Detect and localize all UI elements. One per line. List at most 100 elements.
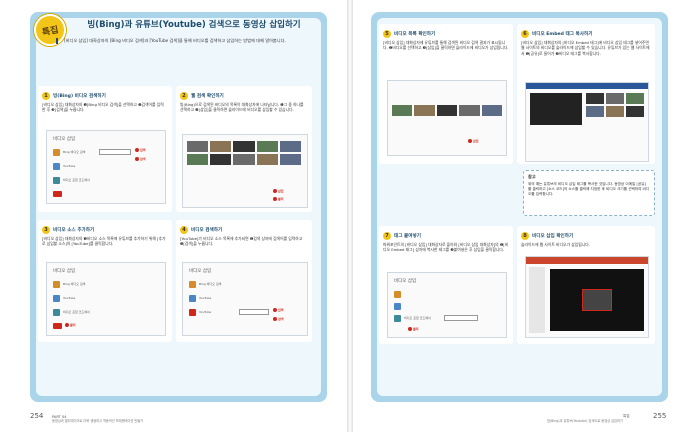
step-6-title: 비디오 Embed 태그 복사하기 xyxy=(532,32,593,37)
bing-icon xyxy=(53,149,60,156)
slide-thumbnails xyxy=(529,267,545,333)
callout-click-text: 클릭 xyxy=(413,327,419,331)
video-thumbnail[interactable] xyxy=(210,141,232,152)
video-thumbnail[interactable] xyxy=(459,105,480,116)
youtube-results xyxy=(392,105,502,116)
youtube-icon[interactable] xyxy=(53,191,62,197)
tip-box: 참고 위의 예는 유튜브의 비디오 삽입 태그를 복사한 것입니다. 동영상 이… xyxy=(523,170,655,216)
callout-insert: 삽입 xyxy=(468,139,479,143)
page-title: 빙(Bing)과 유튜브(Youtube) 검색으로 동영상 삽입하기 xyxy=(87,20,301,30)
step-5-number: 5 xyxy=(383,30,391,38)
video-thumbnail[interactable] xyxy=(187,141,209,152)
red-marker-icon xyxy=(273,189,277,193)
slide-canvas xyxy=(550,269,644,331)
embed-code-field[interactable] xyxy=(444,315,478,321)
video-thumbnails xyxy=(187,141,301,165)
step-1-head: 1 빙(Bing) 비디오 검색하기 xyxy=(42,92,106,100)
callout-search: 검색 xyxy=(135,157,146,161)
video-thumbnail[interactable] xyxy=(481,105,502,116)
dialog-row-youtube: YouTube xyxy=(63,296,76,300)
video-thumbnail[interactable] xyxy=(233,154,255,165)
video-thumbnail[interactable] xyxy=(392,105,413,116)
callout-input-text: 입력 xyxy=(140,148,146,152)
video-thumbnail[interactable] xyxy=(606,106,624,117)
page-number: 254 xyxy=(30,412,44,420)
step-1-screenshot: 비디오 삽입 Bing 비디오 검색 입력 검색 YouTube 비디오 포함 … xyxy=(46,130,166,204)
video-thumbnail[interactable] xyxy=(586,93,604,104)
related-videos xyxy=(586,93,644,117)
callout-click-text: 클릭 xyxy=(70,323,76,327)
dialog-row-youtube-search: YouTube xyxy=(199,310,212,314)
step-8-title: 비디오 삽입 확인하기 xyxy=(532,234,574,239)
step-4-head: 4 비디오 검색하기 xyxy=(180,226,222,234)
inserted-video[interactable] xyxy=(582,289,612,311)
step-2-title: 웹 검색 확인하기 xyxy=(191,94,224,99)
dialog-row-bing: Bing 비디오 검색 xyxy=(199,282,222,286)
dialog-row-embed: 비디오 포함 코드에서 xyxy=(63,178,90,182)
video-thumbnail[interactable] xyxy=(187,154,209,165)
embed-icon xyxy=(394,315,401,322)
dialog-row-embed: 비디오 포함 코드에서 xyxy=(63,310,90,314)
step-6-desc: [비디오 삽입] 대화상자의 [비디오 Embed 태그]에 비디오 삽입 태그… xyxy=(521,40,650,56)
red-marker-icon xyxy=(408,327,412,331)
dialog-row-youtube: YouTube xyxy=(63,164,76,168)
video-thumbnail[interactable] xyxy=(586,106,604,117)
video-thumbnail[interactable] xyxy=(233,141,255,152)
onedrive-icon xyxy=(189,295,196,302)
red-marker-icon xyxy=(273,308,277,312)
video-thumbnail[interactable] xyxy=(436,105,458,116)
step-6-screenshot xyxy=(525,82,649,162)
left-page: 특집 빙(Bing)과 유튜브(Youtube) 검색으로 동영상 삽입하기 [… xyxy=(0,0,347,432)
step-5-screenshot: 삽입 xyxy=(387,80,507,156)
red-marker-icon xyxy=(135,148,139,152)
video-thumbnail[interactable] xyxy=(256,141,278,152)
step-5-title: 비디오 목록 확인하기 xyxy=(394,32,436,37)
part-subtitle: 동영상과 멀티미디어로 더욱 생생하고 역동적인 프레젠테이션 만들기 xyxy=(52,419,144,423)
step-1-desc: [비디오 삽입] 대화상자의 ❶[Bing 비디오 검색]을 선택하고 ❷검색어… xyxy=(42,102,164,113)
video-thumbnail[interactable] xyxy=(279,154,301,165)
search-field[interactable] xyxy=(99,149,131,155)
page-number: 255 xyxy=(653,412,667,420)
video-thumbnail[interactable] xyxy=(414,105,435,116)
tip-body: 위의 예는 유튜브의 비디오 삽입 태그를 복사한 것입니다. 동영상 이메일 … xyxy=(528,182,650,197)
step-7-screenshot: 비디오 삽입 비디오 포함 코드에서 클릭 xyxy=(387,272,507,338)
callout-search-text: 검색 xyxy=(278,317,284,321)
callout-click-text: 클릭 xyxy=(278,197,284,201)
step-5-desc: [비디오 삽입] 대화상자에 유튜브를 통해 검색된 비디오 검색 결과가 표시… xyxy=(383,40,509,51)
video-thumbnail[interactable] xyxy=(626,93,644,104)
step-7-head: 7 태그 붙여넣기 xyxy=(383,232,421,240)
step-4-screenshot: 비디오 삽입 Bing 비디오 검색 YouTube YouTube 입력 검색 xyxy=(182,262,308,336)
dialog-title: 비디오 삽입 xyxy=(53,137,76,142)
dialog-row-bing: Bing 비디오 검색 xyxy=(63,150,86,154)
callout-insert-text: 삽입 xyxy=(473,139,479,143)
step-5-head: 5 비디오 목록 확인하기 xyxy=(383,30,435,38)
step-6-head: 6 비디오 Embed 태그 복사하기 xyxy=(521,30,592,38)
red-marker-icon xyxy=(135,157,139,161)
video-thumbnail[interactable] xyxy=(210,154,232,165)
red-marker-icon xyxy=(65,323,69,327)
youtube-search-field[interactable] xyxy=(239,309,269,315)
red-marker-icon xyxy=(273,197,277,201)
step-4-title: 비디오 검색하기 xyxy=(191,228,223,233)
step-2-number: 2 xyxy=(180,92,188,100)
video-thumbnail[interactable] xyxy=(606,93,624,104)
video-thumbnail[interactable] xyxy=(626,106,644,117)
step-3-number: 3 xyxy=(42,226,50,234)
bing-icon xyxy=(189,281,196,288)
callout-click: 클릭 xyxy=(408,327,419,331)
main-video[interactable] xyxy=(530,93,582,125)
step-8-number: 8 xyxy=(521,232,529,240)
callout-insert-text: 삽입 xyxy=(278,189,284,193)
part-subtitle: 빙(Bing)과 유튜브(Youtube) 검색으로 동영상 삽입하기 xyxy=(547,419,623,423)
video-thumbnail[interactable] xyxy=(279,141,301,152)
dialog-row-youtube: YouTube xyxy=(199,296,212,300)
step-8-screenshot xyxy=(525,256,649,338)
step-3-head: 3 비디오 소스 추가하기 xyxy=(42,226,94,234)
browser-toolbar xyxy=(526,83,648,89)
step-3-screenshot: 비디오 삽입 Bing 비디오 검색 YouTube 비디오 포함 코드에서 클… xyxy=(46,262,166,336)
dialog-row-embed: 비디오 포함 코드에서 xyxy=(404,316,431,320)
video-thumbnail[interactable] xyxy=(256,154,278,165)
callout-search-text: 검색 xyxy=(140,157,146,161)
embed-icon xyxy=(53,309,60,316)
youtube-icon[interactable] xyxy=(53,323,62,329)
